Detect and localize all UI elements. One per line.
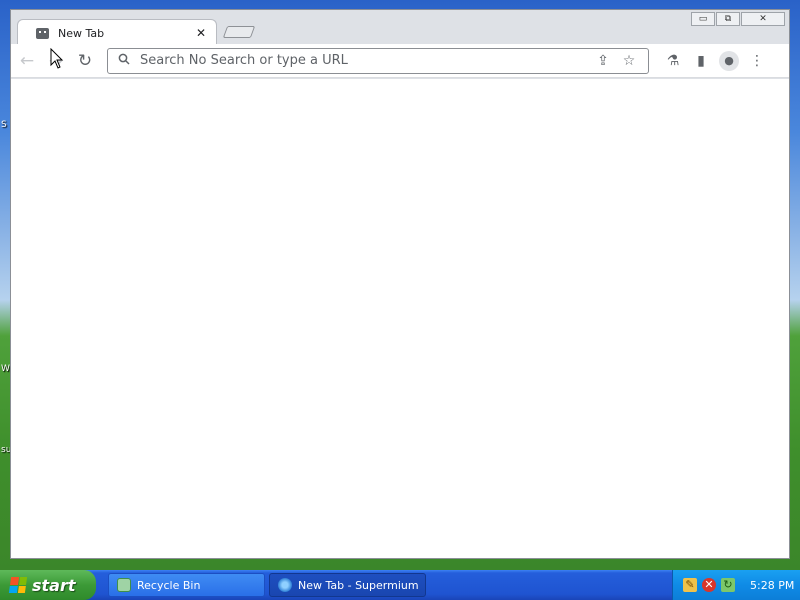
back-button[interactable]: ← <box>14 48 40 74</box>
reload-button[interactable]: ↻ <box>72 48 98 74</box>
recycle-bin-icon <box>117 578 131 592</box>
security-shield-icon[interactable]: ✕ <box>702 578 716 592</box>
search-icon <box>118 53 132 68</box>
window-controls: ▭ ⧉ ✕ <box>690 12 785 26</box>
tab-close-button[interactable]: ✕ <box>194 26 208 40</box>
windows-logo-icon <box>8 577 28 593</box>
start-button[interactable]: start <box>0 570 96 600</box>
browser-toolbar: ← → ↻ ⇪ ☆ ⚗ ▮ ● ⋮ <box>11 44 789 78</box>
clock: 5:28 PM <box>750 578 795 592</box>
desktop-icon-label-fragment: S <box>1 120 7 130</box>
page-content <box>11 79 789 558</box>
omnibox[interactable]: ⇪ ☆ <box>107 47 649 74</box>
start-label: start <box>32 575 76 595</box>
labs-flask-icon[interactable]: ⚗ <box>659 53 687 69</box>
tab-favicon-icon <box>36 27 49 39</box>
close-window-button[interactable]: ✕ <box>741 12 785 26</box>
menu-kebab-icon[interactable]: ⋮ <box>743 53 771 69</box>
maximize-button[interactable]: ⧉ <box>716 12 740 26</box>
new-tab-button[interactable] <box>222 26 256 38</box>
taskbar-item-recycle-bin[interactable]: Recycle Bin <box>108 573 265 597</box>
address-search-input[interactable] <box>140 53 590 68</box>
bookmark-star-icon[interactable]: ☆ <box>616 53 642 69</box>
system-tray: ✎ ✕ ↻ 5:28 PM <box>672 570 800 600</box>
minimize-button[interactable]: ▭ <box>691 12 715 26</box>
desktop-icon-label-fragment: W <box>1 364 10 374</box>
tab-title: New Tab <box>58 26 105 40</box>
tab-new-tab[interactable]: New Tab ✕ <box>17 19 217 46</box>
side-panel-icon[interactable]: ▮ <box>687 53 715 69</box>
taskbar: start Recycle Bin New Tab - Supermium ✎ … <box>0 570 800 600</box>
network-tray-icon[interactable]: ✎ <box>683 578 697 592</box>
update-tray-icon[interactable]: ↻ <box>721 578 735 592</box>
taskbar-item-label: New Tab - Supermium <box>298 578 419 592</box>
profile-avatar-icon[interactable]: ● <box>719 50 739 71</box>
share-icon[interactable]: ⇪ <box>590 53 616 69</box>
tab-strip: New Tab ✕ ▭ ⧉ ✕ <box>11 10 789 46</box>
taskbar-item-label: Recycle Bin <box>137 578 201 592</box>
taskbar-item-browser[interactable]: New Tab - Supermium <box>269 573 426 597</box>
browser-window: New Tab ✕ ▭ ⧉ ✕ ← → ↻ ⇪ ☆ ⚗ ▮ ● ⋮ <box>10 9 790 559</box>
browser-app-icon <box>278 578 292 592</box>
